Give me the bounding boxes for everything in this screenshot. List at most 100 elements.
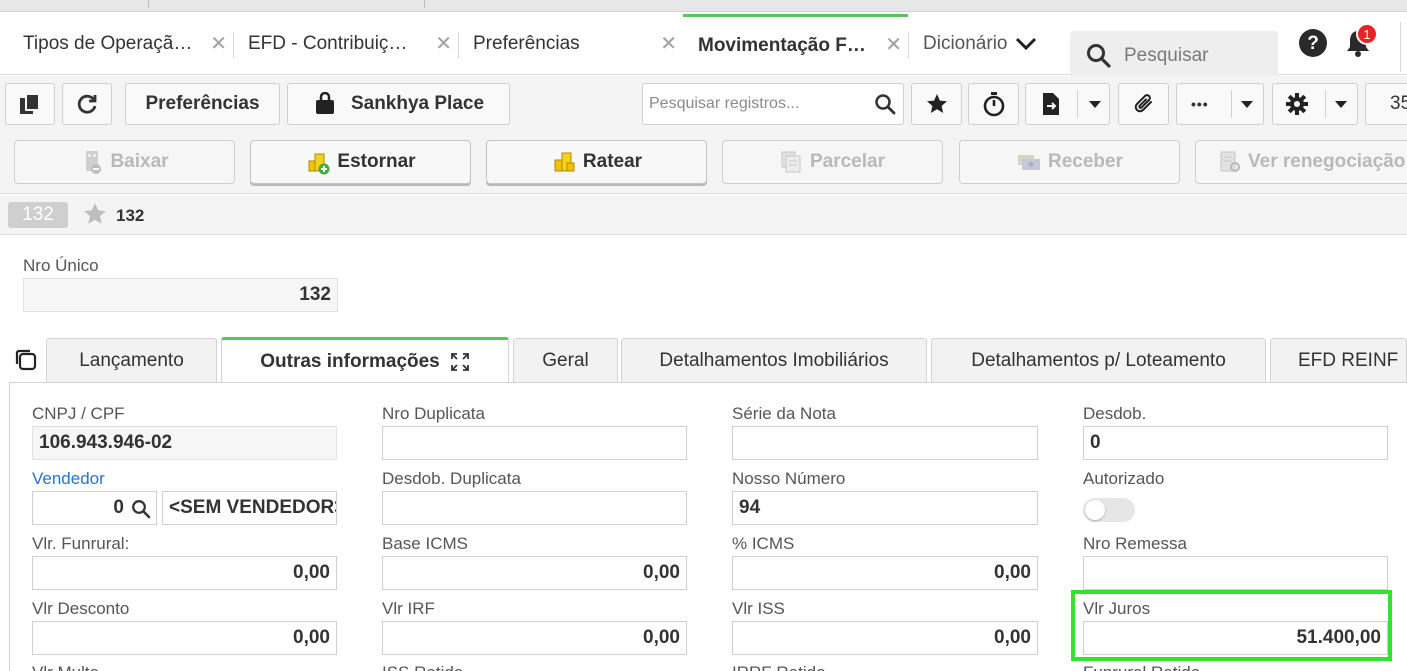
document-export-icon — [1043, 93, 1059, 115]
desdob-field[interactable]: 0 — [1083, 426, 1388, 460]
funrural-retido-label: Funrural Retido — [1083, 663, 1200, 671]
star-icon[interactable] — [82, 201, 108, 232]
nosso-numero-field[interactable]: 94 — [732, 491, 1038, 525]
global-search[interactable]: Pesquisar — [1070, 31, 1278, 80]
close-icon[interactable]: ✕ — [210, 34, 227, 54]
ratear-button[interactable]: Ratear — [486, 140, 707, 184]
page-size-field[interactable]: 35 — [1365, 83, 1407, 125]
baixar-icon — [86, 151, 102, 174]
nro-unico-field: 132 — [23, 278, 338, 312]
tab-movimentacao-financeira[interactable]: Movimentação F… ✕ — [683, 14, 909, 74]
autorizado-toggle[interactable] — [1083, 498, 1135, 522]
export-button[interactable] — [1025, 83, 1110, 125]
notification-badge: 1 — [1356, 23, 1378, 45]
tab-detalhamentos-loteamento[interactable]: Detalhamentos p/ Loteamento — [931, 338, 1266, 382]
nro-unico-label: Nro Único — [23, 256, 99, 275]
estornar-button[interactable]: Estornar — [250, 140, 471, 184]
vlr-irf-field[interactable]: 0,00 — [382, 621, 687, 655]
vlr-iss-label: Vlr ISS — [732, 599, 785, 618]
toolbar: Preferências Sankhya Place ••• 35 — [0, 76, 1407, 134]
caret-down-icon[interactable] — [1088, 100, 1102, 110]
page-size-value: 35 — [1390, 93, 1407, 114]
nosso-numero-label: Nosso Número — [732, 469, 846, 488]
restore-window-icon[interactable] — [14, 348, 38, 377]
vendedor-label[interactable]: Vendedor — [32, 469, 105, 489]
search-icon — [1086, 43, 1112, 69]
refresh-button[interactable] — [62, 83, 112, 125]
document-search-icon — [1220, 151, 1240, 172]
ver-renegociacao-button[interactable]: Ver renegociação — [1195, 140, 1407, 184]
vendedor-code-field[interactable]: 0 — [32, 491, 157, 525]
baixar-label: Baixar — [110, 151, 169, 172]
gear-icon — [1286, 93, 1308, 115]
base-icms-field[interactable]: 0,00 — [382, 556, 687, 590]
tab-label: Dicionário — [923, 33, 1008, 54]
tab-efd-reinf[interactable]: EFD REINF — [1270, 338, 1407, 382]
nro-remessa-field[interactable] — [1083, 556, 1388, 590]
vlr-multa-label: Vlr Multa — [32, 663, 99, 671]
vlr-iss-field[interactable]: 0,00 — [732, 621, 1038, 655]
parcelar-label: Parcelar — [809, 151, 885, 172]
sankhya-place-button[interactable]: Sankhya Place — [287, 83, 510, 125]
copy-button[interactable] — [5, 83, 55, 125]
shopping-bag-icon — [315, 92, 334, 114]
tab-preferencias[interactable]: Preferências ✕ — [458, 14, 683, 74]
close-icon[interactable]: ✕ — [885, 35, 902, 55]
tab-detalhamentos-imobiliarios[interactable]: Detalhamentos Imobiliários — [621, 338, 927, 382]
records-search-input[interactable] — [649, 95, 874, 113]
stopwatch-icon — [983, 92, 1004, 117]
records-search[interactable] — [642, 83, 904, 125]
paperclip-icon — [1134, 94, 1152, 113]
preferencias-button[interactable]: Preferências — [125, 83, 280, 125]
more-label: ••• — [1191, 96, 1209, 112]
expand-icon[interactable] — [450, 352, 470, 372]
tab-tipos-operacao[interactable]: Tipos de Operaçã… ✕ — [8, 14, 234, 74]
vlr-funrural-field[interactable]: 0,00 — [32, 556, 337, 590]
favorite-button[interactable] — [911, 83, 962, 125]
desdob-duplicata-field[interactable] — [382, 491, 687, 525]
tab-geral[interactable]: Geral — [513, 338, 618, 382]
close-icon[interactable]: ✕ — [435, 34, 452, 54]
tab-outras-informacoes[interactable]: Outras informações — [221, 337, 509, 383]
help-icon[interactable]: ? — [1298, 28, 1328, 63]
tab-label: Movimentação F… — [698, 34, 866, 56]
search-icon[interactable] — [874, 93, 896, 115]
chevron-down-icon[interactable] — [1014, 34, 1038, 60]
ratear-label: Ratear — [582, 151, 643, 172]
caret-down-icon[interactable] — [1334, 100, 1348, 110]
star-icon — [926, 94, 947, 113]
more-options-button[interactable]: ••• — [1176, 83, 1264, 125]
nro-duplicata-label: Nro Duplicata — [382, 404, 485, 423]
copy-icon — [20, 93, 40, 114]
autorizado-label: Autorizado — [1083, 469, 1165, 488]
tab-dicionario[interactable]: Dicionário — [908, 14, 1048, 74]
nro-duplicata-field[interactable] — [382, 426, 687, 460]
tab-lancamento[interactable]: Lançamento — [46, 338, 217, 382]
receber-button[interactable]: Receber — [959, 140, 1180, 184]
pct-icms-field[interactable]: 0,00 — [732, 556, 1038, 590]
tab-label: Tipos de Operaçã… — [23, 33, 193, 54]
settings-button[interactable] — [1272, 83, 1358, 125]
vlr-juros-highlight — [1071, 590, 1392, 661]
coins-add-icon — [308, 153, 330, 175]
timer-button[interactable] — [968, 83, 1019, 125]
parcelar-button[interactable]: Parcelar — [722, 140, 943, 184]
vlr-desconto-field[interactable]: 0,00 — [32, 621, 337, 655]
baixar-button[interactable]: Baixar — [14, 140, 235, 184]
vlr-desconto-label: Vlr Desconto — [32, 599, 130, 618]
desdob-duplicata-label: Desdob. Duplicata — [382, 469, 521, 488]
ver-renegociacao-label: Ver renegociação — [1248, 151, 1406, 172]
nro-remessa-label: Nro Remessa — [1083, 534, 1187, 553]
irrf-retido-label: IRRF Retido — [732, 663, 826, 671]
attachment-button[interactable] — [1118, 83, 1169, 125]
caret-down-icon[interactable] — [1240, 100, 1254, 110]
vendedor-code: 0 — [113, 497, 124, 518]
serie-nota-field[interactable] — [732, 426, 1038, 460]
tab-label: EFD - Contribuiç… — [248, 33, 408, 54]
svg-text:?: ? — [1307, 33, 1319, 54]
search-placeholder: Pesquisar — [1124, 44, 1209, 66]
record-bar: 132 132 — [0, 195, 1407, 235]
tab-efd-contribuicoes[interactable]: EFD - Contribuiç… ✕ — [233, 14, 459, 74]
search-icon[interactable] — [131, 499, 151, 519]
close-icon[interactable]: ✕ — [660, 34, 677, 54]
